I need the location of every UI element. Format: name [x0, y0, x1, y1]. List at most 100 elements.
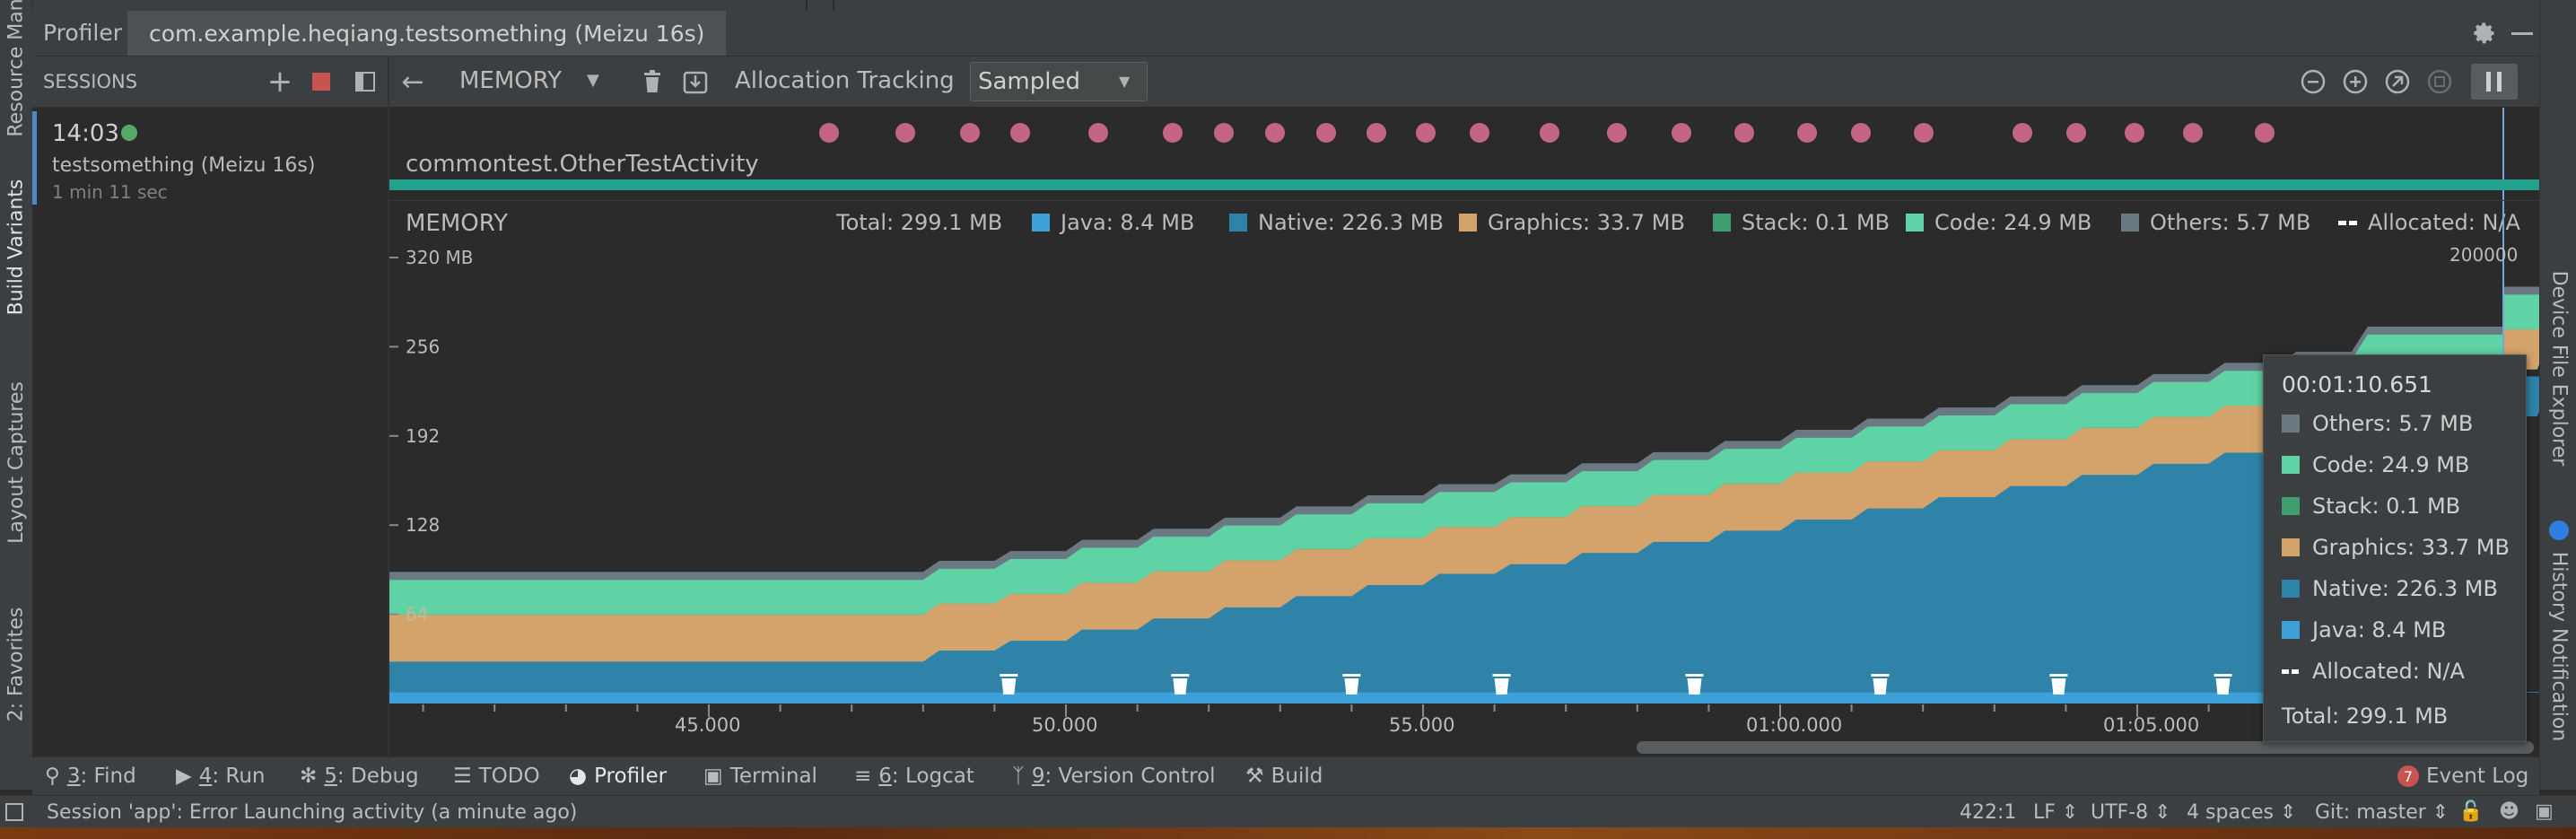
line-separator[interactable]: LF ⇕	[2033, 801, 2078, 824]
touch-event-dot	[1734, 123, 1754, 143]
tooltip-row-code: Code: 24.9 MB	[2282, 452, 2469, 477]
inspector-icon[interactable]: ☻	[2499, 800, 2519, 823]
touch-event-dot	[1672, 123, 1691, 143]
run-icon: ▶	[176, 765, 192, 788]
event-timeline: commontest.OtherTestActivity	[389, 108, 2539, 201]
tool-logcat[interactable]: ≡ 6: Logcat	[854, 765, 974, 788]
time-axis: 45.000 50.000 55.000 01:00.000 01:05.000	[389, 704, 2539, 740]
y-tick-label: 256	[406, 336, 440, 357]
x-tick-label: 55.000	[1389, 714, 1454, 736]
session-tab-label: com.example.heqiang.testsomething (Meizu…	[149, 20, 705, 47]
logcat-icon: ≡	[854, 765, 872, 788]
memory-indicator-icon[interactable]: ▣	[2535, 800, 2554, 823]
indent-setting[interactable]: 4 spaces ⇕	[2187, 801, 2296, 824]
session-time: 14:03	[52, 120, 119, 147]
reset-zoom-icon[interactable]	[2382, 66, 2413, 97]
zoom-to-selection-icon[interactable]	[2424, 66, 2455, 97]
left-tool-strip: Resource Manager Build Variants Layout C…	[0, 0, 33, 790]
x-tick-label: 01:05.000	[2103, 714, 2199, 736]
x-tick-label: 45.000	[675, 714, 740, 736]
session-name: testsomething (Meizu 16s)	[52, 154, 316, 177]
tool-label: Profiler	[594, 765, 668, 788]
touch-event-dot	[2255, 123, 2275, 143]
touch-event-dot	[1416, 123, 1436, 143]
x-tick-label: 50.000	[1032, 714, 1097, 736]
java-band	[389, 693, 2502, 704]
memory-area-plot: 320 MB 256 192 128 64	[389, 201, 2539, 704]
profiler-header: Profiler com.example.heqiang.testsomethi…	[32, 11, 2539, 57]
tooltip-swatch	[2282, 580, 2300, 598]
chevron-icon: ⇕	[2280, 801, 2297, 824]
zoom-out-icon[interactable]	[2298, 66, 2328, 97]
status-message[interactable]: Session 'app': Error Launching activity …	[47, 801, 577, 824]
gear-icon[interactable]	[2469, 18, 2500, 48]
pause-live-button[interactable]	[2471, 64, 2518, 100]
collapse-panel-icon[interactable]	[355, 72, 375, 92]
lock-icon[interactable]: 🔓	[2458, 800, 2483, 823]
add-session-icon[interactable]: +	[264, 64, 296, 100]
tooltip-row-label: Others: 5.7 MB	[2312, 411, 2474, 436]
y-tick-label: 128	[406, 514, 440, 536]
touch-event-dot	[2125, 123, 2144, 143]
tool-event-log[interactable]: 7 Event Log	[2397, 765, 2528, 788]
activity-bar	[389, 179, 2539, 190]
tool-mnemonic: 4	[198, 765, 213, 788]
allocation-mode-select[interactable]: Sampled ▼	[970, 62, 1148, 101]
tab-resource-manager[interactable]: Resource Manager	[0, 0, 32, 136]
session-item[interactable]: 14:03 testsomething (Meizu 16s) 1 min 11…	[32, 108, 388, 208]
tooltip-row-java: Java: 8.4 MB	[2282, 617, 2446, 642]
tab-history-notification[interactable]: History Notification	[2540, 547, 2576, 745]
tooltip-row-allocated: Allocated: N/A	[2282, 659, 2465, 684]
tab-layout-captures[interactable]: Layout Captures	[0, 368, 32, 556]
stop-session-icon[interactable]	[312, 73, 330, 91]
hammer-icon: ⚒	[1245, 765, 1264, 788]
list-icon: ☰	[453, 765, 472, 788]
memory-chart: MEMORY Total: 299.1 MB Java: 8.4 MB Nati…	[389, 201, 2539, 704]
tooltip-swatch	[2282, 456, 2300, 474]
tool-mnemonic: 3	[66, 765, 81, 788]
horizontal-scrollbar-thumb[interactable]	[1637, 741, 2534, 754]
caret-position[interactable]: 422:1	[1960, 801, 2016, 824]
chevron-icon: ⇕	[2432, 801, 2449, 824]
tool-version-control[interactable]: ᛉ 9: Version Control	[1012, 765, 1216, 788]
tool-profiler[interactable]: ◕ Profiler	[569, 765, 667, 788]
tab-device-file-explorer[interactable]: Device File Explorer	[2540, 251, 2576, 485]
minimize-icon[interactable]	[2507, 18, 2537, 48]
profiler-select[interactable]: MEMORY ▼	[452, 64, 605, 100]
session-tab[interactable]: com.example.heqiang.testsomething (Meizu…	[127, 11, 727, 56]
touch-event-dot	[2013, 123, 2032, 143]
tool-run[interactable]: ▶ 4: Run	[176, 765, 266, 788]
tooltip-total: Total: 299.1 MB	[2282, 704, 2449, 729]
trash-icon[interactable]	[637, 66, 668, 98]
touch-event-dot	[1367, 123, 1386, 143]
toggle-tool-windows-icon[interactable]	[5, 803, 23, 821]
chevron-icon: ⇕	[2154, 801, 2171, 824]
tool-terminal[interactable]: ▣ Terminal	[703, 765, 817, 788]
tool-build[interactable]: ⚒ Build	[1245, 765, 1323, 788]
tab-favorites[interactable]: 2: Favorites	[0, 592, 32, 736]
touch-event-dot	[1316, 123, 1336, 143]
pause-icon	[2486, 72, 2491, 92]
git-branch[interactable]: Git: master ⇕	[2315, 801, 2449, 824]
git-branch-value: Git: master	[2315, 801, 2426, 824]
tab-label: Resource Manager	[4, 0, 28, 137]
tool-find[interactable]: ⚲ 3: Find	[45, 765, 136, 788]
tool-mnemonic: 6	[878, 765, 892, 788]
tool-debug[interactable]: ✻ 5: Debug	[300, 765, 419, 788]
touch-event-dot	[895, 123, 915, 143]
back-arrow-icon[interactable]: ←	[397, 66, 429, 98]
x-tick-label: 01:00.000	[1746, 714, 1842, 736]
tool-todo[interactable]: ☰ TODO	[453, 765, 540, 788]
strip-divider	[806, 0, 808, 11]
tooltip-swatch	[2282, 621, 2300, 639]
profiler-title: Profiler	[43, 20, 123, 46]
tab-build-variants[interactable]: Build Variants	[0, 166, 32, 328]
zoom-in-icon[interactable]	[2340, 66, 2371, 97]
tool-mnemonic: 5	[324, 765, 337, 788]
dump-heap-icon[interactable]	[680, 66, 711, 98]
sessions-header: SESSIONS +	[32, 57, 388, 108]
file-encoding[interactable]: UTF-8 ⇕	[2091, 801, 2171, 824]
tab-label: Device File Explorer	[2547, 270, 2571, 466]
right-tool-strip: Device File Explorer History Notificatio…	[2539, 0, 2576, 790]
tooltip-time: 00:01:10.651	[2282, 371, 2432, 398]
